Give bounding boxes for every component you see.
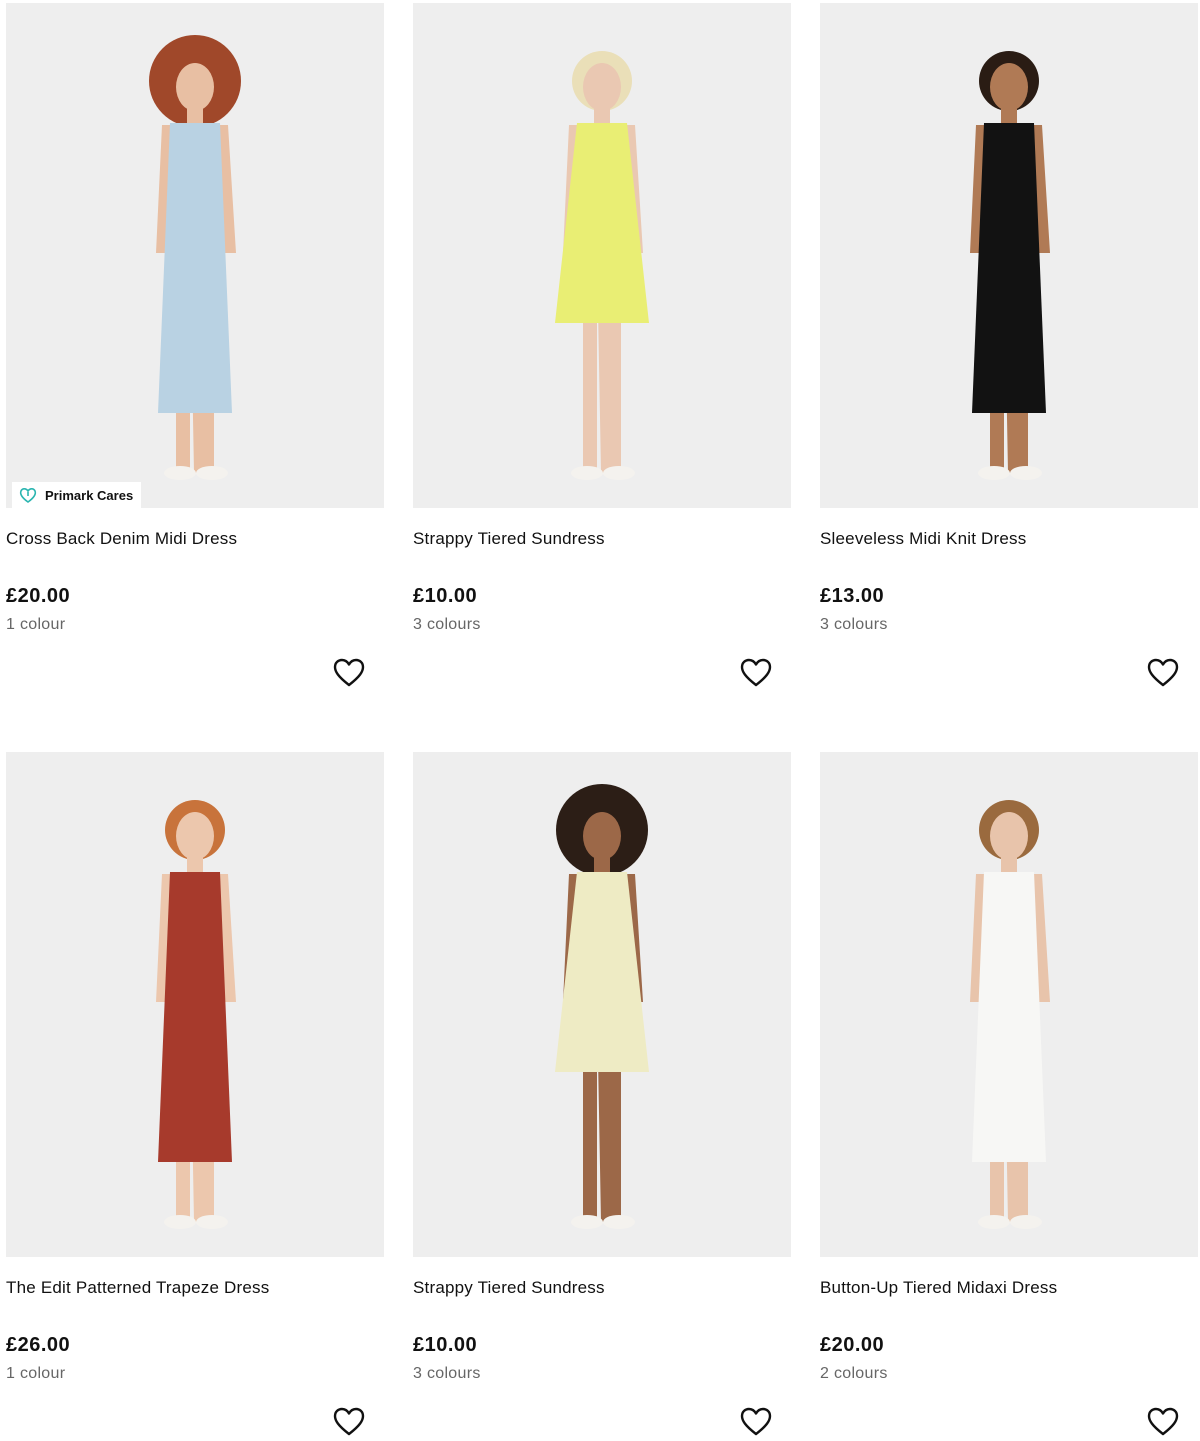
wishlist-button[interactable] bbox=[332, 1406, 366, 1438]
heart-badge-icon bbox=[19, 488, 37, 503]
heart-outline-icon bbox=[333, 658, 365, 687]
product-name[interactable]: Strappy Tiered Sundress bbox=[413, 1278, 605, 1298]
colour-count: 3 colours bbox=[413, 616, 481, 633]
model-figure bbox=[149, 35, 241, 480]
product-image[interactable] bbox=[820, 3, 1198, 508]
model-figure bbox=[156, 800, 236, 1229]
model-figure bbox=[970, 51, 1050, 480]
colour-count: 3 colours bbox=[820, 616, 888, 633]
heart-outline-icon bbox=[740, 658, 772, 687]
product-name[interactable]: Cross Back Denim Midi Dress bbox=[6, 529, 237, 549]
colour-count: 3 colours bbox=[413, 1365, 481, 1382]
product-name[interactable]: Button-Up Tiered Midaxi Dress bbox=[820, 1278, 1057, 1298]
colour-count: 1 colour bbox=[6, 1365, 66, 1382]
product-price: £20.00 bbox=[6, 585, 71, 607]
wishlist-button[interactable] bbox=[739, 657, 773, 689]
model-figure bbox=[555, 51, 649, 480]
colour-count: 1 colour bbox=[6, 616, 66, 633]
badge-label: Primark Cares bbox=[45, 487, 134, 503]
heart-outline-icon bbox=[1147, 658, 1179, 687]
wishlist-button[interactable] bbox=[1146, 1406, 1180, 1438]
product-image[interactable] bbox=[820, 752, 1198, 1257]
primark-cares-badge: Primark Cares bbox=[12, 482, 142, 508]
product-price: £13.00 bbox=[820, 585, 885, 607]
product-price: £20.00 bbox=[820, 1334, 885, 1356]
product-name[interactable]: Strappy Tiered Sundress bbox=[413, 529, 605, 549]
wishlist-button[interactable] bbox=[1146, 657, 1180, 689]
product-price: £26.00 bbox=[6, 1334, 71, 1356]
product-image[interactable] bbox=[6, 752, 384, 1257]
product-image[interactable] bbox=[413, 752, 791, 1257]
heart-outline-icon bbox=[740, 1407, 772, 1436]
product-image[interactable] bbox=[413, 3, 791, 508]
heart-outline-icon bbox=[1147, 1407, 1179, 1436]
wishlist-button[interactable] bbox=[332, 657, 366, 689]
product-price: £10.00 bbox=[413, 585, 478, 607]
model-figure bbox=[970, 800, 1050, 1229]
wishlist-button[interactable] bbox=[739, 1406, 773, 1438]
product-name[interactable]: Sleeveless Midi Knit Dress bbox=[820, 529, 1026, 549]
product-price: £10.00 bbox=[413, 1334, 478, 1356]
model-figure bbox=[555, 784, 649, 1229]
colour-count: 2 colours bbox=[820, 1365, 888, 1382]
product-name[interactable]: The Edit Patterned Trapeze Dress bbox=[6, 1278, 269, 1298]
heart-outline-icon bbox=[333, 1407, 365, 1436]
product-image[interactable]: Primark Cares bbox=[6, 3, 384, 508]
